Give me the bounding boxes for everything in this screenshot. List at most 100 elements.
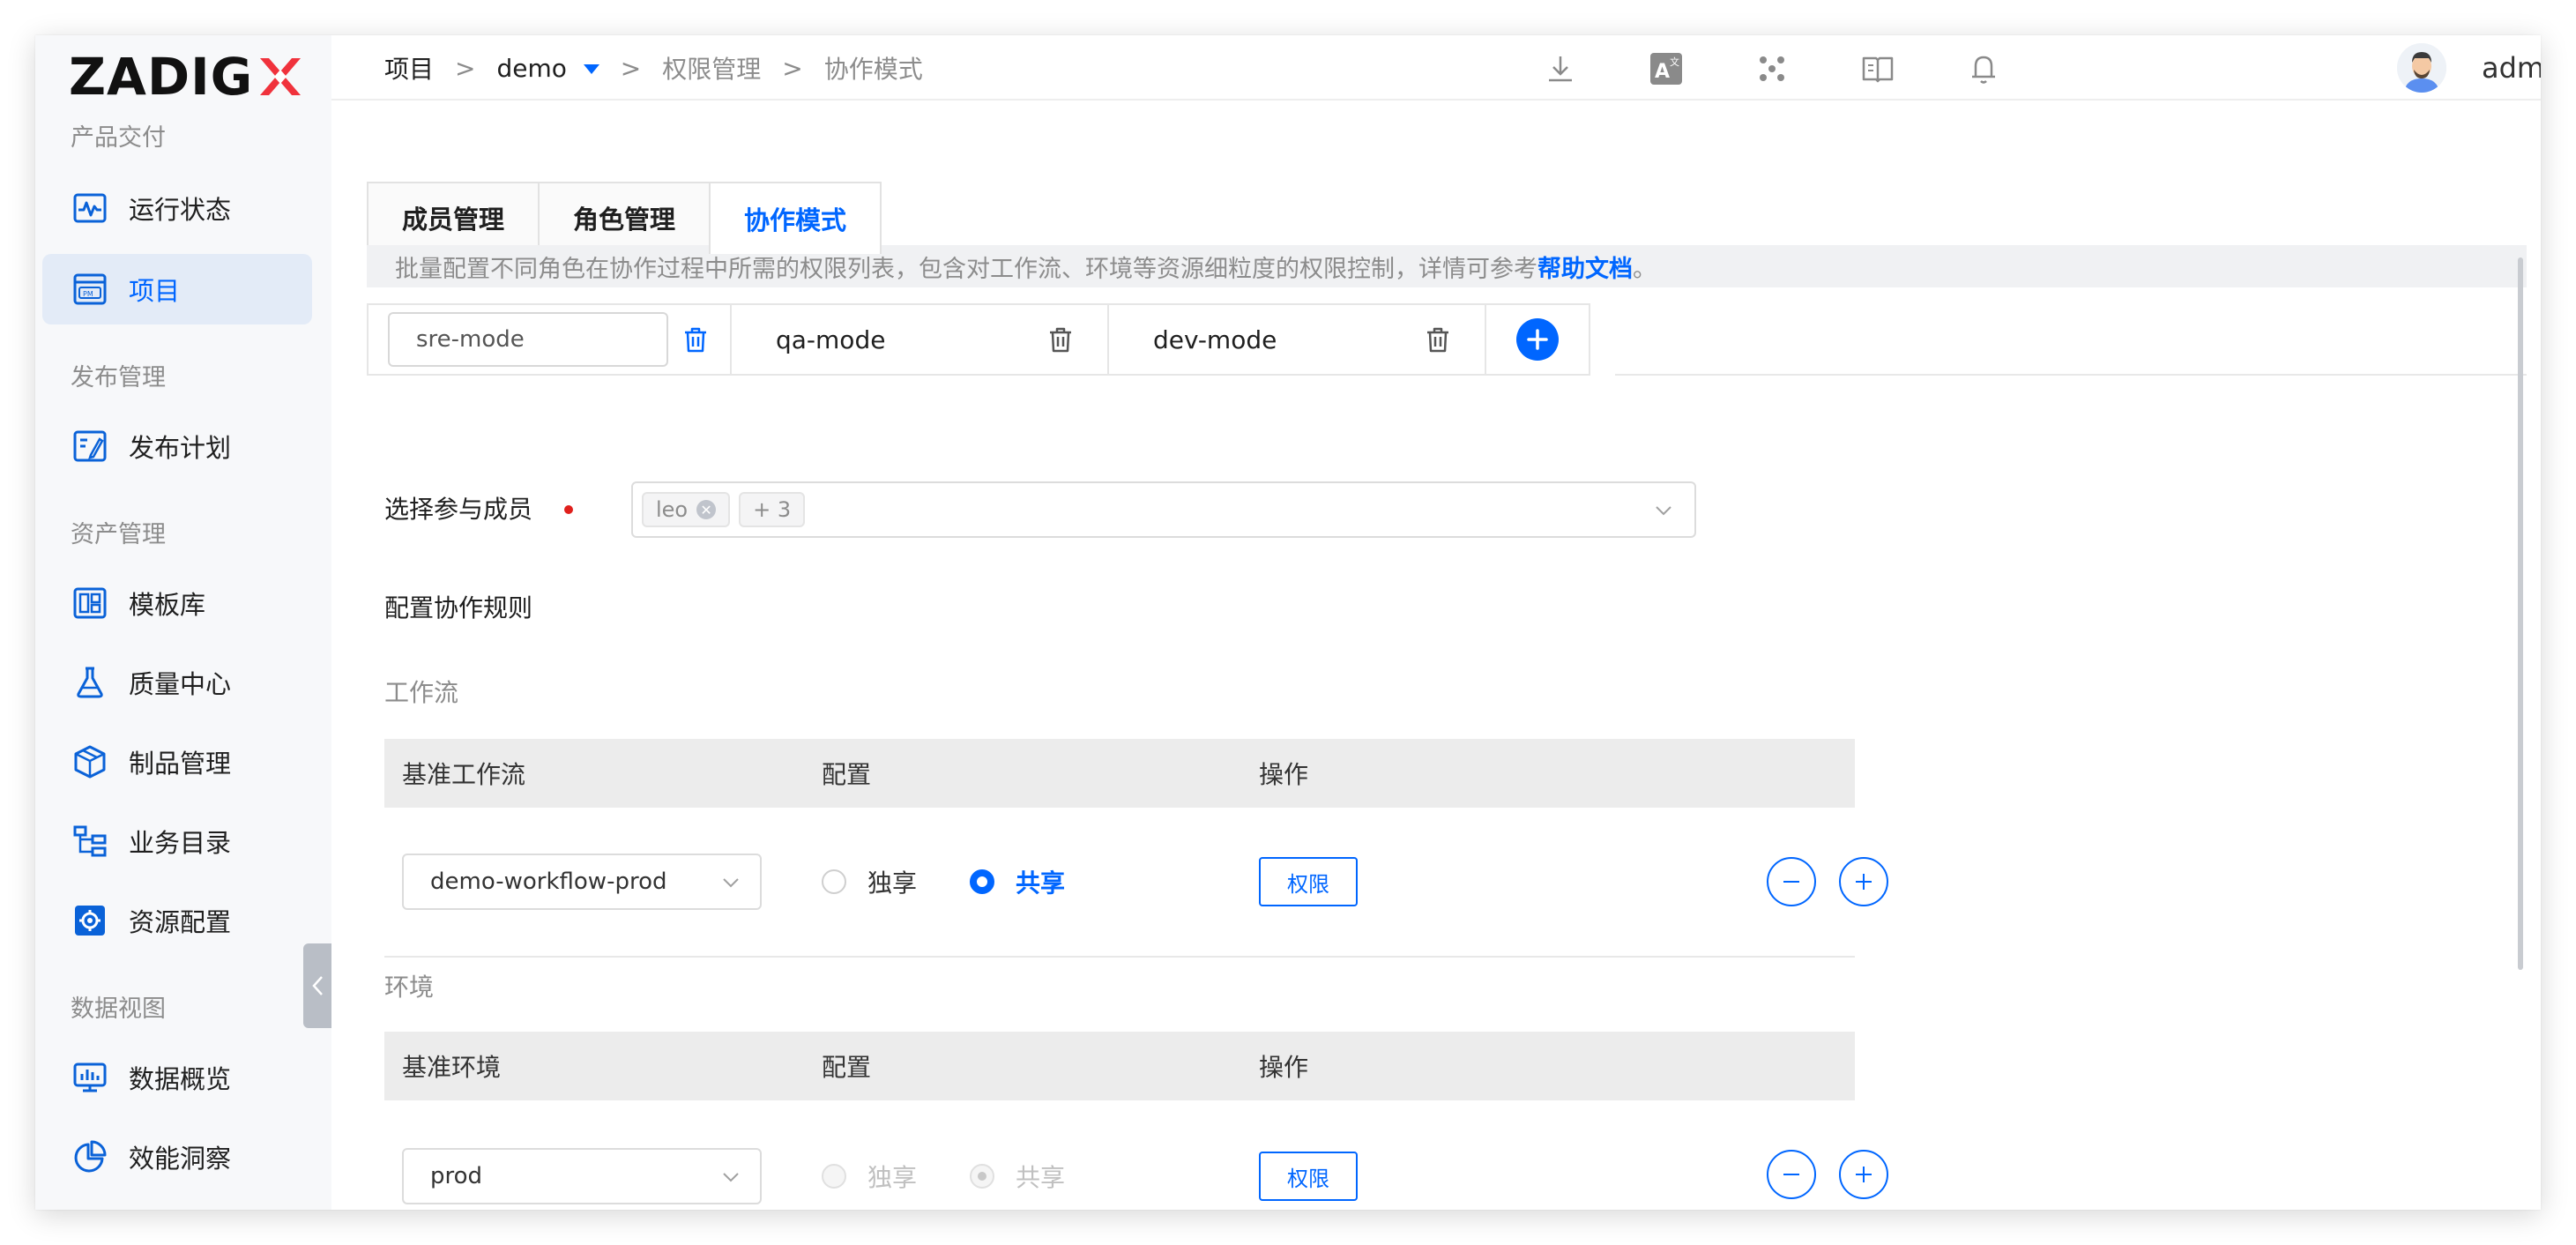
gear-box-icon	[75, 906, 105, 936]
collapse-sidebar-button[interactable]	[303, 943, 331, 1028]
add-workflow-button[interactable]	[1839, 857, 1888, 906]
bell-icon	[1972, 56, 1995, 84]
notifications-button[interactable]	[1966, 51, 2001, 86]
mode-name-input[interactable]	[388, 312, 668, 367]
radio-exclusive-label[interactable]: 独享	[867, 864, 917, 899]
sidebar-item-label: 业务目录	[129, 828, 232, 858]
tab-collaboration[interactable]: 协作模式	[709, 182, 882, 254]
sidebar-item-resources[interactable]: 资源配置	[42, 885, 312, 956]
tab-members[interactable]: 成员管理	[367, 182, 540, 252]
package-box-icon	[74, 745, 106, 779]
main-content: 成员管理 角色管理 协作模式 批量配置不同角色在协作过程中所需的权限列表，包含对…	[331, 101, 2541, 1210]
base-env-select[interactable]: prod	[402, 1148, 762, 1204]
dots-cluster-icon	[1760, 56, 1784, 81]
scrollbar-thumb[interactable]	[2518, 257, 2523, 970]
apps-button[interactable]	[1754, 51, 1790, 86]
info-banner: 批量配置不同角色在协作过程中所需的权限列表，包含对工作流、环境等资源细粒度的权限…	[367, 245, 2527, 287]
avatar	[2397, 43, 2446, 93]
radio-exclusive[interactable]	[822, 869, 846, 894]
breadcrumb-project[interactable]: 项目	[384, 50, 434, 86]
download-button[interactable]	[1543, 51, 1578, 86]
download-icon	[1549, 56, 1572, 82]
header-base-env: 基准环境	[402, 1053, 502, 1082]
chevron-left-icon	[312, 976, 323, 995]
section-title-assets: 资产管理	[71, 521, 166, 548]
release-plan-icon	[73, 430, 107, 462]
permission-button[interactable]: 权限	[1259, 1152, 1358, 1201]
add-env-button[interactable]	[1839, 1150, 1888, 1199]
project-board-icon: PM	[73, 273, 107, 305]
breadcrumb-permission[interactable]: 权限管理	[662, 50, 761, 86]
remove-workflow-button[interactable]	[1767, 857, 1816, 906]
translate-button[interactable]: A 文	[1649, 51, 1684, 86]
chevron-down-icon	[723, 1173, 739, 1182]
member-select[interactable]: leo ✕ + 3	[631, 481, 1696, 538]
breadcrumb-demo-dropdown[interactable]: demo	[496, 54, 599, 83]
remove-env-button[interactable]	[1767, 1150, 1816, 1199]
permission-tabs: 成员管理 角色管理 协作模式	[367, 182, 882, 254]
radio-shared-disabled	[970, 1164, 995, 1189]
mode-tab-qa[interactable]: qa-mode	[730, 303, 1109, 376]
help-docs-link[interactable]: 帮助文档	[1537, 250, 1633, 284]
permission-button[interactable]: 权限	[1259, 857, 1358, 906]
config-cell: 独享 共享	[822, 864, 1259, 899]
activity-monitor-icon	[73, 193, 107, 223]
sidebar-item-label: 效能洞察	[129, 1144, 232, 1174]
username: admin(admin)	[2482, 51, 2541, 85]
share-radio-group: 独享 共享	[822, 864, 1259, 899]
sidebar-item-quality[interactable]: 质量中心	[42, 647, 312, 718]
sidebar-item-release-plan[interactable]: 发布计划	[42, 411, 312, 481]
sidebar-item-data-overview[interactable]: 数据概览	[42, 1042, 312, 1113]
mode-tab-add	[1485, 303, 1590, 376]
actions-cell: 权限	[1259, 1152, 1855, 1201]
sidebar-item-templates[interactable]: 模板库	[42, 568, 312, 638]
flask-icon	[77, 667, 103, 698]
workflow-heading: 工作流	[384, 678, 459, 707]
delete-mode-sre-icon[interactable]	[681, 324, 711, 354]
header-actions: 操作	[1259, 760, 1309, 789]
sidebar-item-catalog[interactable]: 业务目录	[42, 806, 312, 876]
sidebar-item-insights[interactable]: 效能洞察	[42, 1122, 312, 1192]
collaboration-mode-tabs: qa-mode dev-mode	[367, 303, 1590, 376]
tab-roles[interactable]: 角色管理	[538, 182, 711, 252]
config-cell: 独享 共享	[822, 1159, 1259, 1194]
base-workflow-cell: demo-workflow-prod	[384, 854, 822, 910]
header-config: 配置	[822, 760, 872, 789]
docs-button[interactable]	[1860, 51, 1895, 86]
chevron-down-icon	[1656, 506, 1671, 516]
add-mode-button[interactable]	[1516, 318, 1559, 361]
rules-heading: 配置协作规则	[384, 593, 533, 622]
workflow-rule-table: 基准工作流 配置 操作 demo-workflow-prod 独享 共享 权限	[384, 739, 1888, 958]
table-header: 基准环境 配置 操作	[384, 1032, 1855, 1100]
required-indicator	[564, 505, 573, 514]
radio-exclusive-disabled	[822, 1164, 846, 1189]
mode-tab-dev[interactable]: dev-mode	[1107, 303, 1486, 376]
book-icon	[1862, 56, 1894, 83]
sidebar-item-project[interactable]: PM 项目	[42, 254, 312, 324]
logo-text: ZADIG	[69, 47, 254, 107]
tag-close-icon[interactable]: ✕	[696, 500, 717, 519]
base-workflow-select[interactable]: demo-workflow-prod	[402, 854, 762, 910]
sidebar-item-label: 制品管理	[129, 749, 232, 779]
radio-shared[interactable]	[970, 869, 995, 894]
user-avatar-icon	[2397, 43, 2446, 93]
top-bar: 项目 > demo > 权限管理 > 协作模式 A 文 adm	[331, 35, 2541, 101]
zadig-logo[interactable]: ZADIG	[69, 46, 304, 108]
sidebar-item-label: 资源配置	[129, 907, 232, 937]
section-title-delivery: 产品交付	[71, 124, 166, 152]
delete-mode-qa-icon[interactable]	[1046, 324, 1076, 354]
radio-shared-label[interactable]: 共享	[1016, 864, 1065, 899]
monitor-chart-icon	[73, 1062, 107, 1092]
info-text: 批量配置不同角色在协作过程中所需的权限列表，包含对工作流、环境等资源细粒度的权限…	[395, 255, 1537, 283]
sidebar-item-artifacts[interactable]: 制品管理	[42, 727, 312, 797]
user-menu[interactable]: admin(admin)	[2397, 42, 2541, 93]
sidebar-item-status[interactable]: 运行状态	[42, 173, 312, 243]
delete-mode-dev-icon[interactable]	[1423, 324, 1453, 354]
base-env-value: prod	[430, 1163, 483, 1189]
svg-text:PM: PM	[83, 290, 93, 298]
mode-tab-sre[interactable]	[367, 303, 732, 376]
breadcrumb-separator: >	[620, 53, 642, 83]
plus-icon	[1527, 329, 1548, 350]
header-config: 配置	[822, 1053, 872, 1082]
template-library-icon	[73, 587, 107, 619]
